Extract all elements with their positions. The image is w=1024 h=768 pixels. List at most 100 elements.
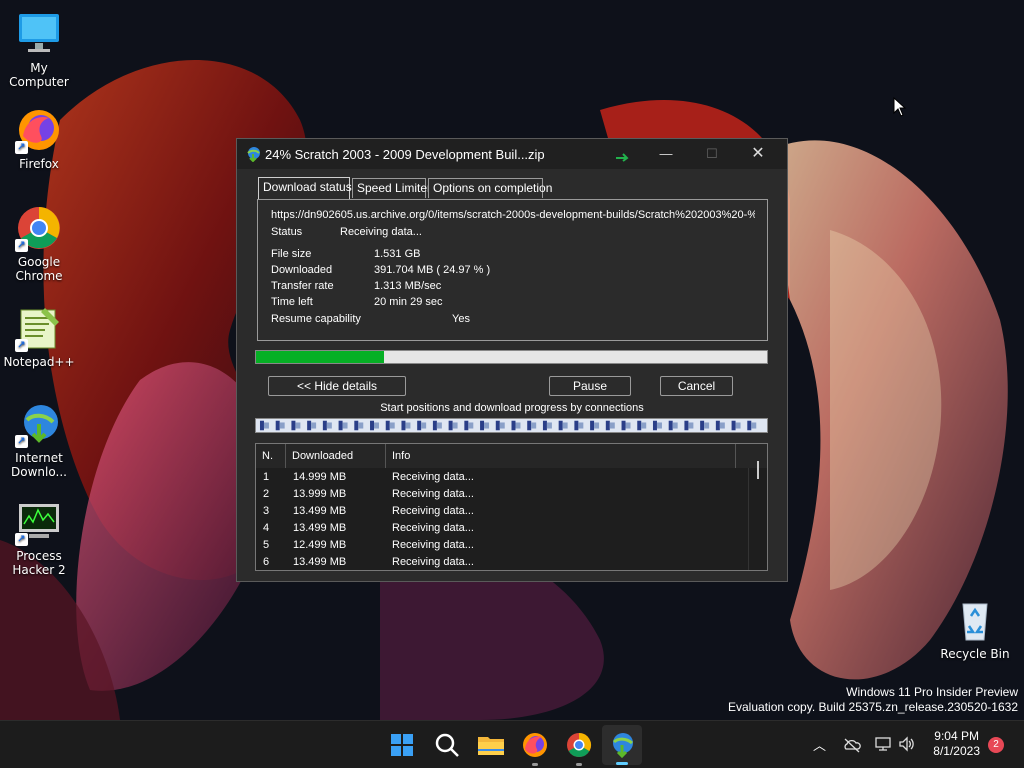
- mouse-cursor-icon: [893, 97, 907, 117]
- file-explorer-icon[interactable]: [475, 729, 507, 761]
- tab-speed-limiter[interactable]: Speed Limiter: [352, 178, 431, 198]
- time-left-label: Time left: [271, 296, 313, 308]
- minimize-button[interactable]: —: [643, 139, 689, 169]
- firefox-icon[interactable]: [519, 729, 551, 761]
- desktop-icon-recycle-bin[interactable]: Recycle Bin: [936, 596, 1014, 661]
- connection-progress: [594, 422, 600, 429]
- table-row[interactable]: 2 13.999 MB Receiving data...: [256, 487, 748, 504]
- dialog-title-bar[interactable]: 24% Scratch 2003 - 2009 Development Buil…: [237, 139, 787, 169]
- clock-time: 9:04 PM: [934, 729, 979, 743]
- close-button[interactable]: ✕: [735, 139, 781, 169]
- notification-badge[interactable]: 2: [988, 737, 1004, 753]
- column-header-downloaded[interactable]: Downloaded: [286, 444, 386, 468]
- table-scrollbar[interactable]: [748, 461, 767, 570]
- table-cell-number: 5: [263, 539, 270, 551]
- connection-progress: [279, 422, 285, 429]
- watermark-line-build: Evaluation copy. Build 25375.zn_release.…: [728, 700, 1018, 714]
- table-row[interactable]: 4 13.499 MB Receiving data...: [256, 521, 748, 538]
- connection-marker: [291, 420, 296, 431]
- cancel-button[interactable]: Cancel: [660, 376, 733, 396]
- pause-button[interactable]: Pause: [549, 376, 631, 396]
- dialog-title: 24% Scratch 2003 - 2009 Development Buil…: [265, 147, 545, 162]
- table-cell-number: 2: [263, 488, 270, 500]
- status-label: Status: [271, 226, 303, 238]
- tab-download-status[interactable]: Download status: [258, 177, 352, 199]
- table-row[interactable]: 1 14.999 MB Receiving data...: [256, 470, 748, 487]
- resume-capability-value: Yes: [452, 313, 470, 325]
- desktop-icon-firefox[interactable]: ↗ Firefox: [0, 106, 78, 171]
- connection-marker: [542, 420, 547, 431]
- downloaded-value: 391.704 MB ( 24.97 % ): [374, 264, 491, 276]
- tab-options-on-completion[interactable]: Options on completion: [428, 178, 552, 198]
- hide-details-button[interactable]: << Hide details: [268, 376, 406, 396]
- idm-active-indicator: [616, 762, 628, 765]
- close-icon: ✕: [751, 145, 765, 162]
- connection-progress: [421, 422, 427, 429]
- maximize-button[interactable]: ☐: [689, 139, 735, 169]
- table-row[interactable]: 3 13.499 MB Receiving data...: [256, 504, 748, 521]
- table-cell-info: Receiving data...: [392, 522, 474, 534]
- shortcut-arrow-icon: ↗: [15, 239, 28, 252]
- connection-progress: [405, 422, 411, 429]
- desktop-icon-google-chrome[interactable]: ↗ Google Chrome: [0, 204, 78, 283]
- connection-marker: [700, 420, 705, 431]
- chevron-up-icon[interactable]: ︿: [813, 735, 826, 754]
- shortcut-arrow-icon: ↗: [15, 435, 28, 448]
- process-hacker-icon: ↗: [15, 498, 63, 546]
- table-cell-info: Receiving data...: [392, 556, 474, 568]
- connection-progress: [578, 422, 584, 429]
- connection-progress: [468, 422, 474, 429]
- connection-marker: [401, 420, 406, 431]
- connection-progress: [656, 422, 662, 429]
- connection-progress: [531, 422, 537, 429]
- network-icon[interactable]: [874, 736, 892, 752]
- connection-progress: [326, 422, 332, 429]
- connection-marker: [480, 420, 485, 431]
- desktop-icon-my-computer[interactable]: My Computer: [0, 10, 78, 89]
- idm-taskbar-button[interactable]: [602, 725, 642, 765]
- column-header-info[interactable]: Info: [386, 444, 736, 468]
- chrome-icon[interactable]: [563, 729, 595, 761]
- windows-start-icon[interactable]: [386, 729, 418, 761]
- transfer-rate-value: 1.313 MB/sec: [374, 280, 442, 292]
- connection-progress: [562, 422, 568, 429]
- system-clock[interactable]: 9:04 PM 8/1/2023: [933, 729, 980, 759]
- idm-tray-arrow-icon: [616, 153, 629, 162]
- desktop-icon-label: My Computer: [9, 61, 69, 89]
- minimize-icon: —: [659, 146, 673, 161]
- connection-progress: [358, 422, 364, 429]
- idm-icon: [247, 147, 260, 162]
- resume-capability-label: Resume capability: [271, 313, 361, 325]
- file-size-value: 1.531 GB: [374, 248, 421, 260]
- shortcut-arrow-icon: ↗: [15, 533, 28, 546]
- connection-progress: [751, 422, 757, 429]
- table-row[interactable]: 5 12.499 MB Receiving data...: [256, 538, 748, 555]
- download-progress-fill: [256, 351, 384, 363]
- column-header-number[interactable]: N.: [256, 444, 286, 468]
- desktop-icon-label: Google Chrome: [15, 255, 63, 283]
- connections-progress-bar: [255, 418, 768, 433]
- desktop-icon-label: Process Hacker 2: [12, 549, 66, 577]
- connection-marker: [354, 420, 359, 431]
- search-icon[interactable]: [431, 729, 463, 761]
- volume-icon[interactable]: [898, 736, 916, 752]
- download-progress-dialog: 24% Scratch 2003 - 2009 Development Buil…: [236, 138, 788, 582]
- scrollbar-thumb[interactable]: [757, 461, 759, 479]
- connection-marker: [684, 420, 689, 431]
- downloaded-label: Downloaded: [271, 264, 333, 276]
- connection-progress: [374, 422, 379, 429]
- table-row[interactable]: 6 13.499 MB Receiving data...: [256, 555, 748, 570]
- connection-progress: [641, 422, 647, 429]
- desktop-icon-internet-download-manager[interactable]: ↗ Internet Downlo...: [0, 400, 78, 479]
- onedrive-offline-icon[interactable]: [843, 737, 861, 753]
- chrome-icon: ↗: [15, 204, 63, 252]
- connection-progress: [704, 422, 710, 429]
- download-status-panel: https://dn902605.us.archive.org/0/items/…: [257, 199, 768, 341]
- desktop-icon-notepad-plus-plus[interactable]: ↗ Notepad++: [0, 304, 78, 369]
- connection-marker: [668, 420, 673, 431]
- table-cell-number: 3: [263, 505, 270, 517]
- desktop-icon-process-hacker[interactable]: ↗ Process Hacker 2: [0, 498, 78, 577]
- connection-marker: [275, 420, 280, 431]
- connection-marker: [637, 420, 642, 431]
- connection-progress: [263, 422, 269, 429]
